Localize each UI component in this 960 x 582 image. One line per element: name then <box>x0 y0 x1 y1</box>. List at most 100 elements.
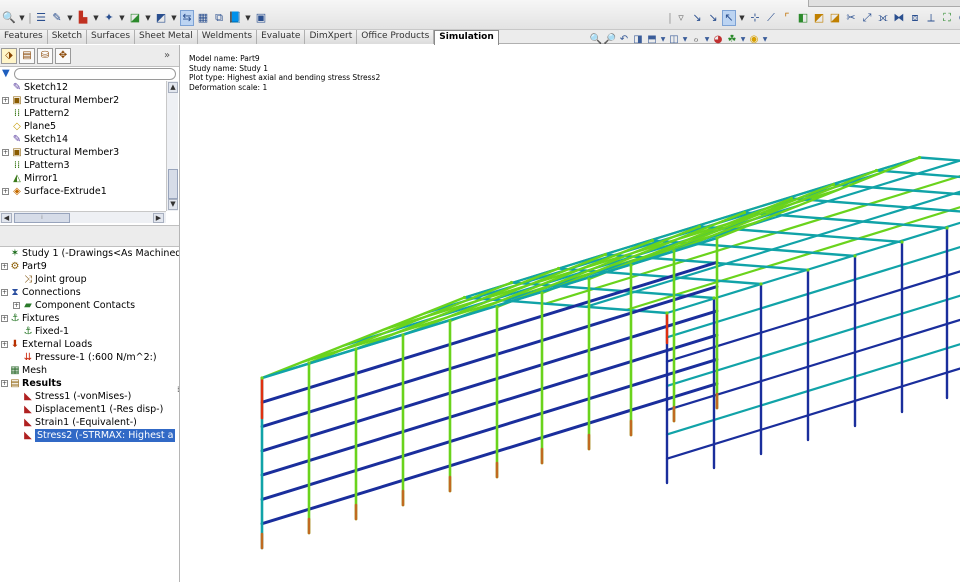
expand-toggle-icon[interactable]: + <box>2 97 9 104</box>
graphics-area[interactable]: Model name: Part9 Study name: Study 1 Pl… <box>181 45 960 582</box>
polygon-icon[interactable]: ◪ <box>828 10 842 26</box>
deformed-view-icon[interactable]: ⇆ <box>180 10 194 26</box>
zoom-icon[interactable]: 🔍 <box>2 10 16 26</box>
extend-icon[interactable]: ⤢ <box>860 10 874 26</box>
tab-sheet-metal[interactable]: Sheet Metal <box>135 30 198 44</box>
probe-icon[interactable]: ✦ <box>102 10 116 26</box>
select-filter-icon[interactable]: ↘ <box>690 10 704 26</box>
feature-tree-vertical-scrollbar[interactable]: ▲ ▼ <box>166 81 178 211</box>
tab-evaluate[interactable]: Evaluate <box>257 30 306 44</box>
line-icon[interactable]: ⟋ <box>764 10 778 26</box>
tree-item[interactable]: + ⚓ Fixtures <box>0 312 179 325</box>
tree-item[interactable]: + ⧗ Connections <box>0 286 179 299</box>
tab-simulation[interactable]: Simulation <box>434 30 499 45</box>
tree-item[interactable]: ⤨ Joint group <box>0 273 179 286</box>
expand-toggle-icon[interactable]: + <box>1 263 8 270</box>
tree-item[interactable]: + ▣ Structural Member2 <box>0 94 166 107</box>
tab-sketch[interactable]: Sketch <box>47 30 88 44</box>
expand-toggle-icon[interactable]: + <box>1 315 8 322</box>
filter-icon[interactable]: ▿ <box>674 10 688 26</box>
expand-toggle-icon[interactable]: + <box>1 380 8 387</box>
snap-icon[interactable]: ⊕ <box>956 10 960 26</box>
tree-item[interactable]: ◣ Stress2 (-STRMAX: Highest a <box>0 429 179 442</box>
point-icon[interactable]: ⊹ <box>748 10 762 26</box>
dimxpert-icon[interactable]: ✥ <box>55 48 71 64</box>
stress-plot-frame-model[interactable] <box>181 45 960 582</box>
chevron-down-icon[interactable]: ▼ <box>170 10 178 26</box>
scroll-right-icon[interactable]: ▶ <box>153 213 164 223</box>
grid-icon[interactable]: ▦ <box>196 10 210 26</box>
chevron-down-icon[interactable]: ▼ <box>244 10 252 26</box>
expand-toggle-icon[interactable]: + <box>1 341 8 348</box>
tree-item[interactable]: ⁞⁞ LPattern2 <box>0 107 166 120</box>
trim-icon[interactable]: ✂ <box>844 10 858 26</box>
tree-item[interactable]: ▦ Mesh <box>0 364 179 377</box>
chevron-down-icon[interactable]: ▼ <box>18 10 26 26</box>
expand-toggle-icon[interactable]: + <box>2 149 9 156</box>
chevron-down-icon[interactable]: ▼ <box>738 10 746 26</box>
expand-toggle-icon[interactable]: + <box>1 289 8 296</box>
select-filter-icon-2[interactable]: ↘ <box>706 10 720 26</box>
select-icon[interactable]: ↖ <box>722 10 736 26</box>
arc-icon[interactable]: ◩ <box>812 10 826 26</box>
chevron-down-icon[interactable]: ▼ <box>118 10 126 26</box>
tab-surfaces[interactable]: Surfaces <box>87 30 136 44</box>
tab-features[interactable]: Features <box>0 30 48 44</box>
panel-collapse-grip[interactable]: ⁞ <box>177 385 179 403</box>
chevron-down-icon[interactable]: ▼ <box>66 10 74 26</box>
scroll-up-icon[interactable]: ▲ <box>168 82 178 93</box>
repair-icon[interactable]: ⛶ <box>940 10 954 26</box>
expand-toggle-icon[interactable]: + <box>2 188 9 195</box>
tab-weldments[interactable]: Weldments <box>197 30 258 44</box>
tree-item[interactable]: ◣ Stress1 (-vonMises-) <box>0 390 179 403</box>
tree-item[interactable]: + ⚙ Part9 <box>0 260 179 273</box>
scroll-thumb[interactable] <box>168 169 178 199</box>
tree-item[interactable]: ⚓ Fixed-1 <box>0 325 179 338</box>
list-icon[interactable]: ☰ <box>34 10 48 26</box>
tree-item[interactable]: + ⬇ External Loads <box>0 338 179 351</box>
copy-icon[interactable]: ⧉ <box>212 10 226 26</box>
chevron-right-icon[interactable]: » <box>164 50 170 61</box>
rectangle-icon[interactable]: ⌜ <box>780 10 794 26</box>
tab-office-products[interactable]: Office Products <box>357 30 435 44</box>
chevron-down-icon[interactable]: ▼ <box>92 10 100 26</box>
scroll-thumb[interactable]: ⁞ <box>14 213 70 223</box>
tree-item[interactable]: ✎ Sketch14 <box>0 133 166 146</box>
scroll-down-icon[interactable]: ▼ <box>168 199 178 210</box>
circle-icon[interactable]: ◧ <box>796 10 810 26</box>
tab-dimxpert[interactable]: DimXpert <box>305 30 358 44</box>
propertymanager-icon[interactable]: ▤ <box>19 48 35 64</box>
joint-node <box>540 291 544 295</box>
chevron-down-icon[interactable]: ▼ <box>144 10 152 26</box>
tree-item[interactable]: + ▤ Results <box>0 377 179 390</box>
tree-item[interactable]: ⇊ Pressure-1 (:600 N/m^2:) <box>0 351 179 364</box>
tree-item[interactable]: ⁞⁞ LPattern3 <box>0 159 166 172</box>
tree-filter-input[interactable] <box>14 68 176 80</box>
relations-icon[interactable]: ⟂ <box>924 10 938 26</box>
smart-icon[interactable]: ◪ <box>128 10 142 26</box>
tree-item[interactable]: + ▰ Component Contacts <box>0 299 179 312</box>
expand-toggle-icon[interactable]: + <box>13 302 20 309</box>
tree-item[interactable]: ◣ Displacement1 (-Res disp-) <box>0 403 179 416</box>
tree-item[interactable]: ✎ Sketch12 <box>0 81 166 94</box>
mirror-entities-icon[interactable]: ⧓ <box>892 10 906 26</box>
display-icon[interactable]: ◩ <box>154 10 168 26</box>
featuremanager-icon[interactable]: ⬗ <box>1 48 17 64</box>
report-icon[interactable]: ▣ <box>254 10 268 26</box>
panel-splitter[interactable] <box>0 225 179 247</box>
tree-item[interactable]: + ◈ Surface-Extrude1 <box>0 185 166 198</box>
tree-item[interactable]: ◣ Strain1 (-Equivalent-) <box>0 416 179 429</box>
tree-item[interactable]: ◭ Mirror1 <box>0 172 166 185</box>
pattern-icon[interactable]: ⧈ <box>908 10 922 26</box>
edit-sketch-icon[interactable]: ✎ <box>50 10 64 26</box>
filter-icon[interactable]: ▼ <box>2 68 10 79</box>
tree-item[interactable]: ◇ Plane5 <box>0 120 166 133</box>
tree-item[interactable]: + ▣ Structural Member3 <box>0 146 166 159</box>
tree-item[interactable]: ✶ Study 1 (-Drawings<As Machined>-) <box>0 247 179 260</box>
scroll-left-icon[interactable]: ◀ <box>1 213 12 223</box>
plot-tools-icon[interactable]: ▙ <box>76 10 90 26</box>
feature-tree-horizontal-scrollbar[interactable]: ◀ ⁞ ▶ <box>0 211 166 223</box>
configuration-icon[interactable]: ⛁ <box>37 48 53 64</box>
offset-icon[interactable]: ⟗ <box>876 10 890 26</box>
book-icon[interactable]: 📘 <box>228 10 242 26</box>
